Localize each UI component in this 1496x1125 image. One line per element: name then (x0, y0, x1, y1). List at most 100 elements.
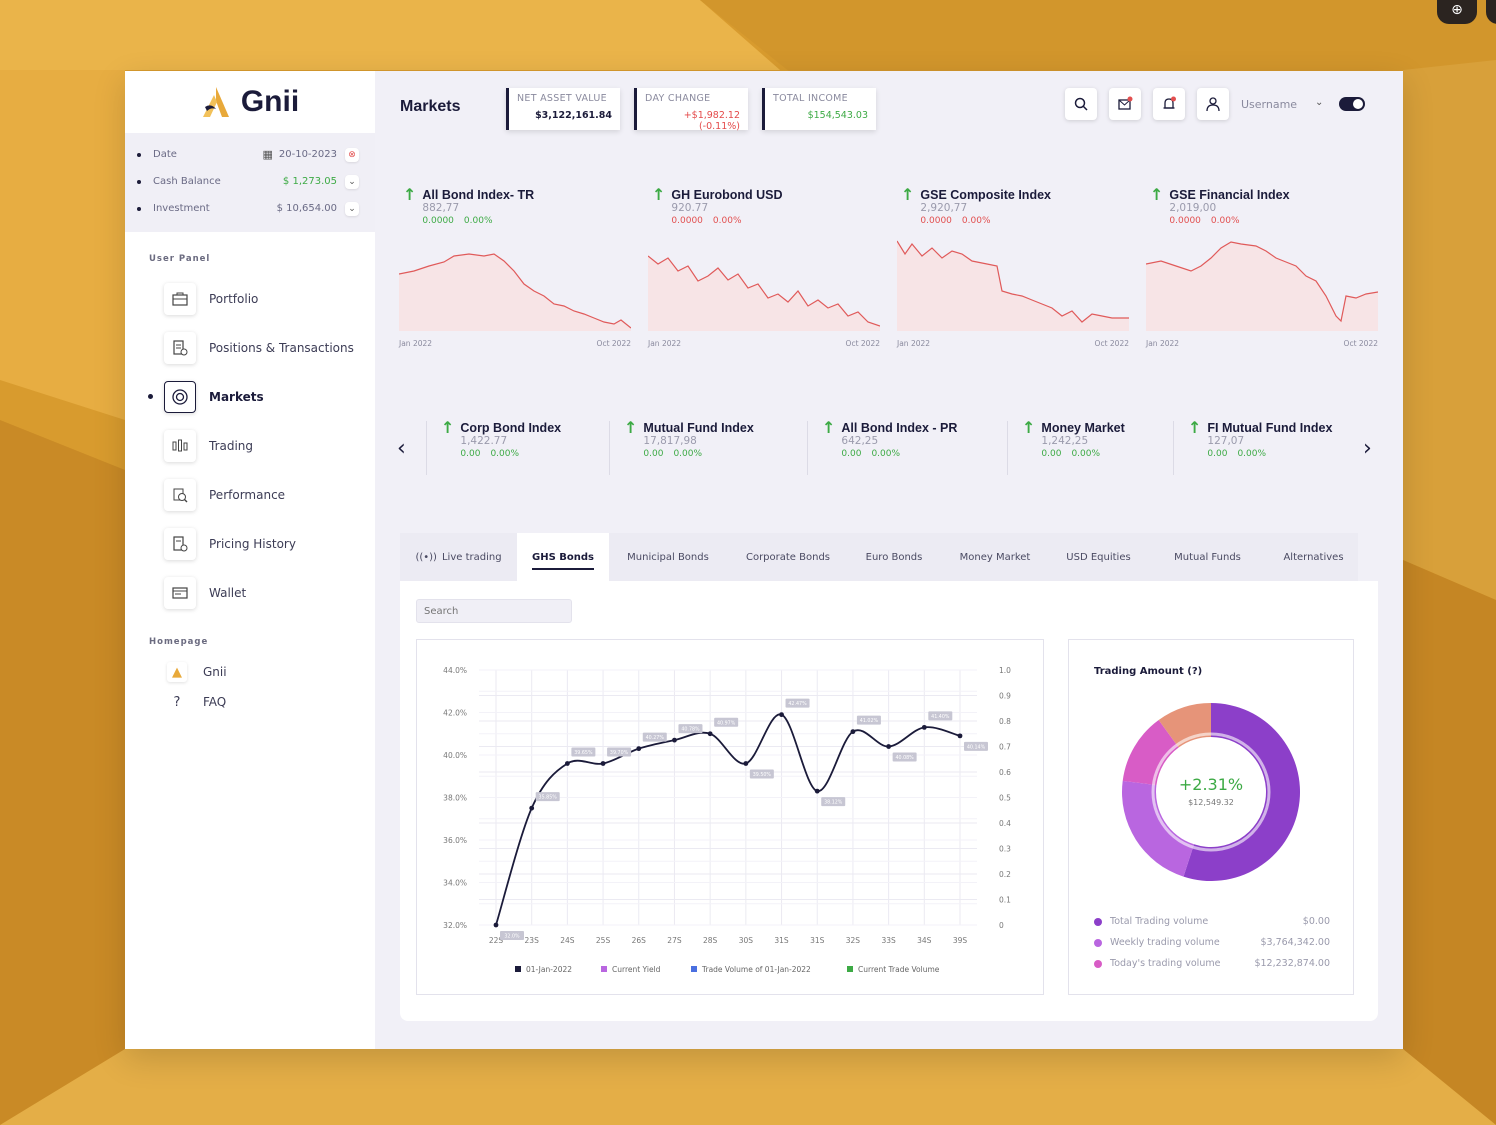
sidebar-item-pricing-history[interactable]: Pricing History (125, 519, 375, 568)
tab-label: Alternatives (1283, 551, 1344, 563)
investment-value: $ 10,654.00 (276, 203, 337, 214)
messages-button[interactable] (1109, 88, 1141, 120)
index-change: 0.00 0.00% (841, 449, 957, 459)
chevron-left-icon[interactable]: ‹ (397, 436, 406, 461)
date-value[interactable]: 20-10-2023 (279, 149, 337, 160)
chevron-down-icon[interactable]: ⌄ (345, 201, 359, 216)
cash-row: Cash Balance $ 1,273.05 ⌄ (125, 168, 375, 195)
sidebar: Gnii Date ▦ 20-10-2023 ⊗ Cash Balance $ … (125, 71, 375, 1049)
axis-start: Jan 2022 (399, 339, 433, 348)
data-label: 38.12% (824, 800, 843, 806)
logo[interactable]: Gnii (125, 71, 375, 133)
x-tick-label: 32S (846, 936, 861, 945)
account-summary: Date ▦ 20-10-2023 ⊗ Cash Balance $ 1,273… (125, 133, 375, 232)
mini-index-card[interactable]: ↑ All Bond Index - PR 642,25 0.00 0.00% (807, 420, 1002, 475)
chevron-down-icon[interactable]: ⌄ (1315, 97, 1323, 108)
sidebar-item-wallet[interactable]: Wallet (125, 568, 375, 617)
search-input[interactable] (416, 599, 572, 623)
zoom-icon[interactable]: ⊕ (1437, 0, 1477, 24)
tab-mutual-funds[interactable]: Mutual Funds (1146, 533, 1269, 581)
data-point (814, 788, 820, 794)
index-axis: Jan 2022 Oct 2022 (897, 339, 1129, 348)
kpi-day-change: DAY CHANGE +$1,982.12 (-0.11%) (634, 88, 748, 132)
tab-label: Corporate Bonds (745, 551, 831, 563)
donut-center-sub: $12,549.32 (1188, 798, 1234, 807)
main-content: Markets NET ASSET VALUE $3,122,161.84 DA… (375, 71, 1403, 1049)
sidebar-item-trading[interactable]: Trading (125, 421, 375, 470)
index-change-pct: 0.00% (1237, 449, 1267, 459)
tab-label: USD Equities (1066, 551, 1131, 563)
username-label[interactable]: Username (1241, 98, 1297, 111)
markets-icon (164, 380, 196, 413)
x-tick-label: 26S (632, 936, 647, 945)
theme-toggle[interactable] (1339, 97, 1365, 111)
document-icon (164, 331, 196, 364)
mini-index-text: Mutual Fund Index 17,817,98 0.00 0.00% (643, 421, 753, 459)
x-tick-label: 23S (525, 936, 540, 945)
sidebar-item-performance[interactable]: Performance (125, 470, 375, 519)
axis-end: Oct 2022 (596, 339, 631, 348)
clear-icon[interactable]: ⊗ (345, 147, 359, 162)
index-sparkline (398, 253, 632, 331)
sidebar-item-label: Performance (209, 487, 286, 502)
tab-usd-equities[interactable]: USD Equities (1051, 533, 1146, 581)
sidebar-item-markets[interactable]: Markets (125, 372, 375, 421)
message-icon (1118, 96, 1133, 110)
arrow-up-icon: ↑ (652, 185, 666, 204)
chevron-right-icon[interactable]: › (1363, 436, 1372, 461)
home-item-faq[interactable]: ? FAQ (125, 687, 375, 717)
legend-swatch (847, 966, 853, 972)
index-card[interactable]: ↑ GSE Financial Index 2,019,00 0.0000 0.0… (1145, 187, 1379, 348)
mini-index-card[interactable]: ↑ Money Market 1,242,25 0.00 0.00% (1007, 420, 1167, 475)
tab-alternatives[interactable]: Alternatives (1269, 533, 1358, 581)
mini-index-card[interactable]: ↑ FI Mutual Fund Index 127,07 0.00 0.00% (1173, 420, 1353, 475)
y-tick-label: 38.0% (443, 794, 467, 803)
tab-live-trading[interactable]: ((•)) Live trading (400, 533, 517, 581)
sidebar-item-label: Pricing History (209, 536, 296, 551)
index-axis: Jan 2022 Oct 2022 (1146, 339, 1378, 348)
sidebar-item-label: Trading (209, 438, 254, 453)
home-item-gnii[interactable]: ▲ Gnii (125, 657, 375, 687)
index-axis: Jan 2022 Oct 2022 (648, 339, 880, 348)
chevron-down-icon[interactable]: ⌄ (345, 174, 359, 189)
profile-button[interactable] (1197, 88, 1229, 120)
search-button[interactable] (1065, 88, 1097, 120)
performance-icon (164, 478, 196, 511)
index-name: GH Eurobond USD (671, 188, 783, 202)
tab-ghs-bonds[interactable]: GHS Bonds (517, 533, 609, 581)
index-change-pct: 0.00% (712, 216, 742, 226)
trading-amount-box: Trading Amount (?) +2.31% $12,549.32 Tota… (1068, 639, 1354, 995)
tab-corporate-bonds[interactable]: Corporate Bonds (727, 533, 849, 581)
sidebar-item-portfolio[interactable]: Portfolio (125, 274, 375, 323)
index-change-abs: 0.00 (1041, 449, 1062, 459)
calendar-icon[interactable]: ▦ (262, 148, 272, 161)
legend-swatch (601, 966, 607, 972)
axis-start: Jan 2022 (1146, 339, 1180, 348)
index-card-head: ↑ All Bond Index- TR 882,77 0.0000 0.00% (399, 187, 631, 227)
notifications-button[interactable] (1153, 88, 1185, 120)
index-change: 0.00 0.00% (1207, 449, 1332, 459)
sidebar-item-label: Markets (209, 389, 264, 404)
tab-money-market[interactable]: Money Market (939, 533, 1051, 581)
tab-municipal-bonds[interactable]: Municipal Bonds (609, 533, 727, 581)
index-change-pct: 0.00% (463, 216, 493, 226)
y2-tick-label: 0.5 (999, 794, 1011, 803)
index-card[interactable]: ↑ All Bond Index- TR 882,77 0.0000 0.00% … (398, 187, 632, 348)
index-card[interactable]: ↑ GSE Composite Index 2,920,77 0.0000 0.0… (896, 187, 1129, 348)
investment-label: Investment (153, 203, 210, 214)
sidebar-item-positions[interactable]: Positions & Transactions (125, 323, 375, 372)
index-card-head: ↑ GH Eurobond USD 920.77 0.0000 0.00% (648, 185, 880, 227)
x-tick-label: 30S (739, 936, 754, 945)
data-point (743, 761, 749, 766)
index-card-text: GH Eurobond USD 920.77 0.0000 0.00% (671, 188, 782, 226)
arrow-up-icon: ↑ (624, 418, 638, 437)
tab-euro-bonds[interactable]: Euro Bonds (849, 533, 939, 581)
legend-dot (1094, 959, 1102, 968)
mini-index-card[interactable]: ↑ Mutual Fund Index 17,817,98 0.00 0.00% (609, 418, 804, 475)
axis-end: Oct 2022 (1343, 339, 1378, 348)
index-card-head: ↑ GSE Financial Index 2,019,00 0.0000 0.0… (1146, 187, 1378, 227)
data-point (779, 712, 784, 718)
mini-index-card[interactable]: ↑ Corp Bond Index 1,422.77 0.00 0.00% (426, 420, 606, 475)
data-label: 39.65% (574, 750, 593, 756)
index-card[interactable]: ↑ GH Eurobond USD 920.77 0.0000 0.00% Jan… (647, 185, 881, 348)
